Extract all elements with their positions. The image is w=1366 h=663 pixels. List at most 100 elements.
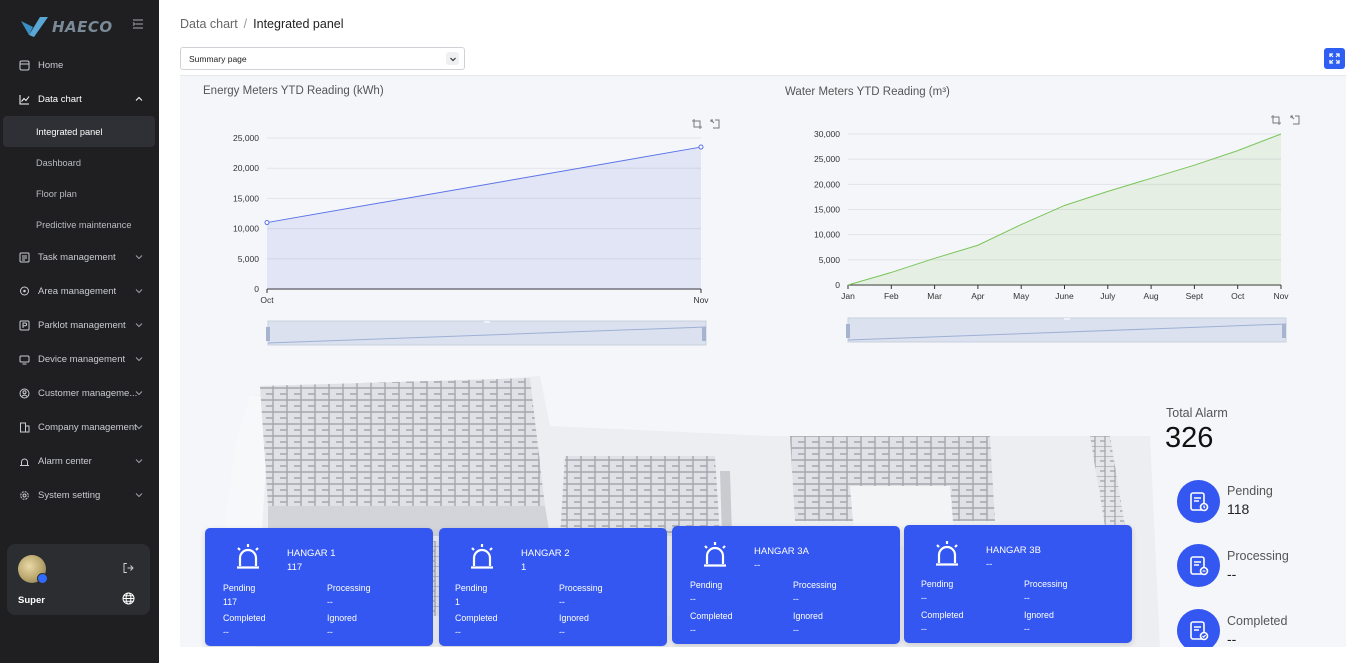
pending-label: Pending — [223, 583, 256, 593]
sidebar-item-label: Customer manageme... — [38, 387, 138, 399]
page-select-value: Summary page — [189, 53, 247, 64]
x-tick-label: Apr — [971, 291, 984, 301]
hangar-card-3a[interactable]: HANGAR 3A -- Pending -- Processing -- Co… — [672, 526, 900, 644]
sidebar-item-system-setting[interactable]: System setting — [0, 478, 159, 512]
sidebar-item-area-management[interactable]: Area management — [0, 274, 159, 308]
sidebar-item-device-management[interactable]: Device management — [0, 342, 159, 376]
processing-label: Processing — [1024, 579, 1068, 589]
sidebar-item-label: Company management — [38, 421, 137, 433]
logout-icon[interactable] — [122, 562, 134, 574]
breadcrumb-separator: / — [243, 17, 248, 31]
x-tick-label: Mar — [927, 291, 942, 301]
ignored-label: Ignored — [559, 613, 589, 623]
completed-value: -- — [223, 627, 229, 637]
logo[interactable]: HAECO — [20, 12, 113, 42]
sidebar-nav: Home Data chart Integrated panel Dashboa… — [0, 48, 159, 512]
sidebar-item-company-management[interactable]: Company management — [0, 410, 159, 444]
ignored-value: -- — [327, 627, 333, 637]
hangar-total: 1 — [521, 562, 527, 573]
integrated-panel: Energy Meters YTD Reading (kWh) 0 5,000 10… — [180, 75, 1346, 647]
location-pin-icon — [20, 286, 29, 295]
hangar-name: HANGAR 1 — [287, 548, 336, 559]
hangar-card-1[interactable]: HANGAR 1 117 Pending 117 Processing -- C… — [205, 528, 433, 646]
completed-doc-icon — [1189, 620, 1208, 640]
hangar-card-3b[interactable]: HANGAR 3B -- Pending -- Processing -- Co… — [904, 525, 1132, 643]
x-tick-label: Sept — [1186, 291, 1204, 301]
chevron-down-icon — [135, 323, 143, 328]
energy-chart: 0 5,000 10,000 15,000 20,000 25,000 Oct Nov — [233, 133, 709, 305]
chevron-down-icon — [135, 289, 143, 294]
y-tick-label: 20,000 — [814, 179, 840, 189]
sidebar-item-label: Parklot management — [38, 319, 126, 331]
breadcrumb: Data chart / Integrated panel — [180, 17, 344, 31]
x-tick-label: May — [1013, 291, 1030, 301]
pending-value: 1 — [455, 597, 460, 607]
water-chart-zoom-slider[interactable] — [846, 316, 1288, 344]
chevron-down-icon — [135, 459, 143, 464]
sidebar-subitem-floor-plan[interactable]: Floor plan — [0, 178, 159, 209]
y-tick-label: 25,000 — [814, 154, 840, 164]
completed-status-button[interactable] — [1177, 609, 1220, 647]
ignored-label: Ignored — [327, 613, 357, 623]
globe-icon[interactable] — [122, 592, 135, 605]
completed-label: Completed — [455, 613, 498, 623]
hangar-total: -- — [986, 559, 993, 570]
completed-value: -- — [690, 625, 696, 635]
x-tick-label: July — [1100, 291, 1116, 301]
y-tick-label: 5,000 — [238, 254, 260, 264]
page-select[interactable]: Summary page — [180, 47, 465, 70]
alarm-siren-icon — [237, 544, 259, 569]
hangar-card-2[interactable]: HANGAR 2 1 Pending 1 Processing -- Compl… — [439, 528, 667, 646]
haeco-logo-icon — [21, 17, 48, 37]
breadcrumb-item-data-chart[interactable]: Data chart — [180, 17, 238, 31]
sidebar-item-label: Task management — [38, 251, 116, 263]
processing-value: -- — [1024, 593, 1030, 603]
hangar-name: HANGAR 3B — [986, 545, 1041, 556]
completed-status-label: Completed — [1227, 614, 1288, 628]
sidebar-item-customer-management[interactable]: Customer manageme... — [0, 376, 159, 410]
sidebar-subitem-integrated-panel[interactable]: Integrated panel — [3, 116, 155, 147]
device-icon — [19, 355, 30, 364]
task-icon — [19, 252, 30, 262]
completed-label: Completed — [921, 610, 964, 620]
sidebar-item-alarm-center[interactable]: Alarm center — [0, 444, 159, 478]
sidebar-item-parklot-management[interactable]: Parklot management — [0, 308, 159, 342]
user-card: Super — [7, 544, 150, 615]
processing-value: -- — [559, 597, 565, 607]
sidebar: HAECO Home Data chart Integrated panel D… — [0, 0, 159, 663]
processing-label: Processing — [559, 583, 603, 593]
sidebar-subitem-dashboard[interactable]: Dashboard — [0, 147, 159, 178]
fullscreen-button[interactable] — [1324, 48, 1345, 69]
building-icon — [20, 422, 30, 432]
ignored-value: -- — [1024, 624, 1030, 634]
chevron-down-icon — [135, 425, 143, 430]
customer-icon — [19, 388, 30, 398]
y-tick-label: 15,000 — [814, 205, 840, 215]
sidebar-subitem-predictive-maintenance[interactable]: Predictive maintenance — [0, 209, 159, 240]
processing-status-button[interactable] — [1177, 544, 1220, 587]
sidebar-item-data-chart[interactable]: Data chart — [0, 82, 159, 116]
y-tick-label: 25,000 — [233, 133, 259, 143]
sidebar-item-home[interactable]: Home — [0, 48, 159, 82]
hangar-name: HANGAR 3A — [754, 546, 809, 557]
pending-value: -- — [921, 593, 927, 603]
chevron-down-icon — [135, 391, 143, 396]
pending-status-label: Pending — [1227, 484, 1273, 498]
completed-value: -- — [921, 624, 927, 634]
processing-value: -- — [327, 597, 333, 607]
sidebar-item-task-management[interactable]: Task management — [0, 240, 159, 274]
y-tick-label: 20,000 — [233, 163, 259, 173]
menu-collapse-icon[interactable] — [132, 18, 144, 30]
x-tick-label: Jan — [841, 291, 855, 301]
sidebar-item-label: Device management — [38, 353, 126, 365]
energy-chart-zoom-slider[interactable] — [266, 319, 708, 347]
chevron-down-icon — [135, 493, 143, 498]
processing-label: Processing — [793, 580, 837, 590]
x-tick-label: June — [1055, 291, 1074, 301]
ignored-value: -- — [559, 627, 565, 637]
water-chart-title: Water Meters YTD Reading (m³) — [785, 86, 950, 98]
energy-chart-title: Energy Meters YTD Reading (kWh) — [203, 85, 384, 97]
pending-status-button[interactable] — [1177, 480, 1220, 523]
sidebar-item-label: Home — [38, 59, 64, 71]
parking-icon — [19, 320, 30, 330]
